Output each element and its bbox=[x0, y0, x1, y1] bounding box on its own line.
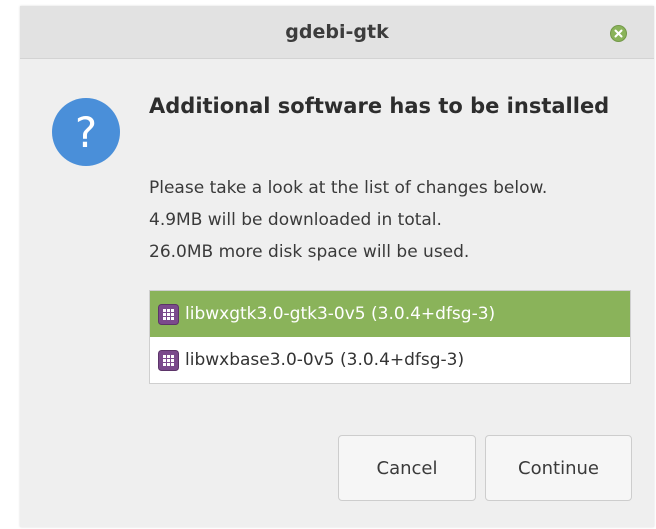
package-label: libwxgtk3.0-gtk3-0v5 (3.0.4+dfsg-3) bbox=[185, 304, 496, 324]
package-icon bbox=[158, 303, 179, 325]
dialog-heading: Additional software has to be installed bbox=[149, 94, 610, 118]
package-icon bbox=[158, 349, 179, 371]
question-icon: ? bbox=[52, 98, 120, 166]
window-title: gdebi-gtk bbox=[285, 21, 389, 43]
close-button[interactable] bbox=[610, 25, 627, 42]
package-list[interactable]: libwxgtk3.0-gtk3-0v5 (3.0.4+dfsg-3) libw… bbox=[149, 290, 631, 384]
package-list-item[interactable]: libwxbase3.0-0v5 (3.0.4+dfsg-3) bbox=[150, 337, 630, 383]
description-line-downloads-intro: Please take a look at the list of change… bbox=[149, 178, 548, 198]
cancel-button[interactable]: Cancel bbox=[338, 435, 476, 501]
continue-button[interactable]: Continue bbox=[485, 435, 632, 501]
package-label: libwxbase3.0-0v5 (3.0.4+dfsg-3) bbox=[185, 350, 465, 370]
close-icon bbox=[614, 29, 623, 38]
description-line-download-size: 4.9MB will be downloaded in total. bbox=[149, 210, 442, 230]
title-bar[interactable]: gdebi-gtk bbox=[20, 6, 654, 59]
description-line-disk-space: 26.0MB more disk space will be used. bbox=[149, 242, 470, 262]
dialog-description: Please take a look at the list of change… bbox=[149, 172, 547, 268]
package-list-item[interactable]: libwxgtk3.0-gtk3-0v5 (3.0.4+dfsg-3) bbox=[150, 291, 630, 337]
svg-text:?: ? bbox=[75, 108, 97, 157]
dialog-window: gdebi-gtk ? Additional software has to b… bbox=[20, 6, 654, 527]
